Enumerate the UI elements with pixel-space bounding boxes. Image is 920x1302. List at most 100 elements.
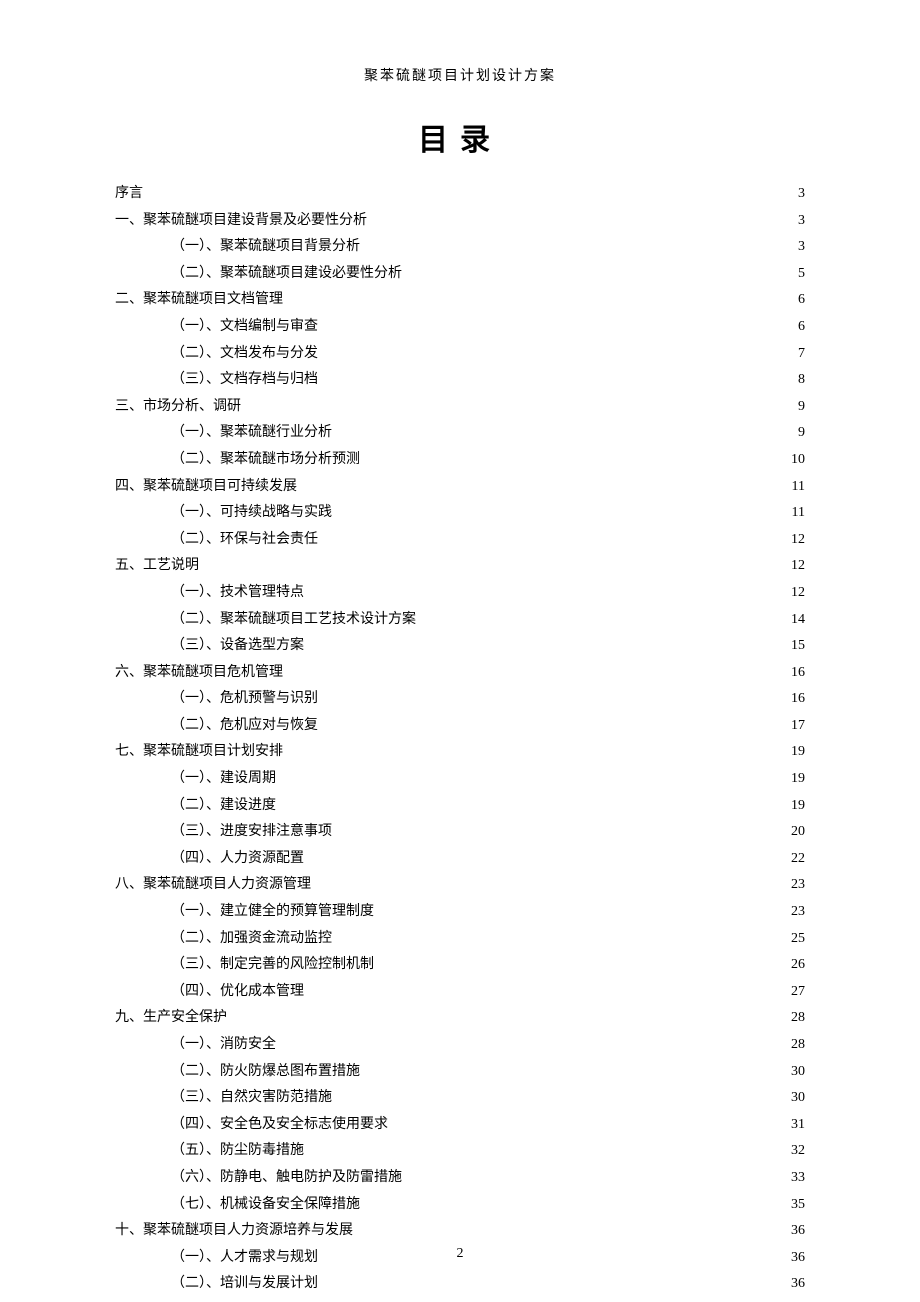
toc-entry-page: 19	[791, 739, 805, 766]
toc-title: 目录	[115, 115, 805, 159]
toc-entry-label: （二）、防火防爆总图布置措施	[171, 1059, 360, 1086]
toc-entry[interactable]: （一）、可持续战略与实践 11	[115, 500, 805, 527]
toc-entry-page: 12	[791, 580, 805, 607]
toc-entry-label: （四）、人力资源配置	[171, 846, 304, 873]
toc-entry-label: （一）、聚苯硫醚项目背景分析	[171, 234, 360, 261]
toc-entry-page: 10	[791, 447, 805, 474]
toc-entry-label: 三、市场分析、调研	[115, 394, 241, 421]
toc-entry-page: 11	[791, 500, 805, 527]
toc-entry-label: （二）、聚苯硫醚项目工艺技术设计方案	[171, 607, 416, 634]
toc-entry-label: 一、聚苯硫醚项目建设背景及必要性分析	[115, 208, 367, 235]
toc-entry-page: 27	[791, 979, 805, 1006]
toc-entry[interactable]: 五、工艺说明12	[115, 553, 805, 580]
toc-entry[interactable]: （三）、文档存档与归档 8	[115, 367, 805, 394]
toc-entry-label: 十、聚苯硫醚项目人力资源培养与发展	[115, 1218, 353, 1245]
toc-entry[interactable]: 十、聚苯硫醚项目人力资源培养与发展36	[115, 1218, 805, 1245]
toc-entry[interactable]: 四、聚苯硫醚项目可持续发展 11	[115, 474, 805, 501]
toc-entry-page: 26	[791, 952, 805, 979]
toc-entry[interactable]: （二）、防火防爆总图布置措施 30	[115, 1059, 805, 1086]
toc-entry[interactable]: 七、聚苯硫醚项目计划安排 19	[115, 739, 805, 766]
toc-entry-page: 11	[791, 474, 805, 501]
toc-entry-label: （一）、可持续战略与实践	[171, 500, 332, 527]
toc-entry[interactable]: 九、生产安全保护28	[115, 1005, 805, 1032]
toc-entry-label: 八、聚苯硫醚项目人力资源管理	[115, 872, 311, 899]
toc-entry[interactable]: （七）、机械设备安全保障措施35	[115, 1192, 805, 1219]
toc-entry-label: 七、聚苯硫醚项目计划安排	[115, 739, 283, 766]
page-header: 聚苯硫醚项目计划设计方案	[115, 65, 805, 85]
toc-entry[interactable]: （三）、制定完善的风险控制机制 26	[115, 952, 805, 979]
toc-entry[interactable]: （二）、环保与社会责任12	[115, 527, 805, 554]
toc-entry-label: （一）、建立健全的预算管理制度	[171, 899, 374, 926]
toc-entry-label: （四）、安全色及安全标志使用要求	[171, 1112, 388, 1139]
toc-entry[interactable]: 一、聚苯硫醚项目建设背景及必要性分析 3	[115, 208, 805, 235]
toc-entry-page: 22	[791, 846, 805, 873]
toc-entry-label: （一）、建设周期	[171, 766, 276, 793]
toc-entry[interactable]: （一）、聚苯硫醚行业分析 9	[115, 420, 805, 447]
toc-entry-label: 六、聚苯硫醚项目危机管理	[115, 660, 283, 687]
toc-entry-label: （四）、优化成本管理	[171, 979, 304, 1006]
toc-entry[interactable]: （六）、防静电、触电防护及防雷措施33	[115, 1165, 805, 1192]
toc-entry-page: 8	[791, 367, 805, 394]
toc-entry[interactable]: 三、市场分析、调研 9	[115, 394, 805, 421]
toc-entry[interactable]: （一）、建设周期 19	[115, 766, 805, 793]
toc-entry-label: （二）、文档发布与分发	[171, 341, 318, 368]
page-number: 2	[0, 1246, 920, 1262]
toc-entry-page: 9	[791, 394, 805, 421]
toc-entry-page: 28	[791, 1032, 805, 1059]
toc-entry[interactable]: （二）、文档发布与分发 7	[115, 341, 805, 368]
document-page: 聚苯硫醚项目计划设计方案 目录 序言3一、聚苯硫醚项目建设背景及必要性分析3（一…	[0, 0, 920, 1302]
toc-entry-page: 30	[791, 1059, 805, 1086]
toc-entry[interactable]: （二）、建设进度19	[115, 793, 805, 820]
toc-entry[interactable]: （四）、安全色及安全标志使用要求31	[115, 1112, 805, 1139]
toc-entry-page: 14	[791, 607, 805, 634]
toc-entry[interactable]: （二）、聚苯硫醚项目工艺技术设计方案 14	[115, 607, 805, 634]
toc-entry-page: 19	[791, 793, 805, 820]
toc-entry[interactable]: （一）、技术管理特点 12	[115, 580, 805, 607]
toc-entry-label: （二）、危机应对与恢复	[171, 713, 318, 740]
toc-entry-page: 3	[791, 181, 805, 208]
toc-entry-page: 5	[791, 261, 805, 288]
toc-entry[interactable]: （三）、进度安排注意事项20	[115, 819, 805, 846]
toc-entry-label: （二）、环保与社会责任	[171, 527, 318, 554]
toc-entry-page: 3	[791, 208, 805, 235]
toc-entry[interactable]: 六、聚苯硫醚项目危机管理16	[115, 660, 805, 687]
toc-entry-page: 36	[791, 1271, 805, 1298]
toc-entry-label: （三）、文档存档与归档	[171, 367, 318, 394]
toc-entry-page: 3	[791, 234, 805, 261]
toc-entry-label: （五）、防尘防毒措施	[171, 1138, 304, 1165]
toc-entry-page: 9	[791, 420, 805, 447]
toc-entry[interactable]: （一）、危机预警与识别16	[115, 686, 805, 713]
toc-entry-page: 12	[791, 553, 805, 580]
toc-entry-label: （三）、自然灾害防范措施	[171, 1085, 332, 1112]
toc-entry-label: （七）、机械设备安全保障措施	[171, 1192, 360, 1219]
toc-entry-label: （三）、设备选型方案	[171, 633, 304, 660]
toc-entry[interactable]: 八、聚苯硫醚项目人力资源管理23	[115, 872, 805, 899]
toc-entry-label: 九、生产安全保护	[115, 1005, 227, 1032]
toc-entry[interactable]: （一）、文档编制与审查6	[115, 314, 805, 341]
toc-entry[interactable]: （二）、培训与发展计划36	[115, 1271, 805, 1298]
toc-entry-page: 15	[791, 633, 805, 660]
toc-entry-label: （三）、制定完善的风险控制机制	[171, 952, 374, 979]
toc-entry[interactable]: （二）、危机应对与恢复 17	[115, 713, 805, 740]
toc-entry[interactable]: （二）、聚苯硫醚项目建设必要性分析5	[115, 261, 805, 288]
toc-entry[interactable]: （三）、设备选型方案 15	[115, 633, 805, 660]
toc-entry[interactable]: （一）、聚苯硫醚项目背景分析 3	[115, 234, 805, 261]
toc-entry[interactable]: （二）、聚苯硫醚市场分析预测10	[115, 447, 805, 474]
toc-entry-page: 7	[791, 341, 805, 368]
toc-entry[interactable]: 序言3	[115, 181, 805, 208]
toc-entry-page: 19	[791, 766, 805, 793]
toc-entry[interactable]: （四）、优化成本管理 27	[115, 979, 805, 1006]
toc-entry[interactable]: （一）、建立健全的预算管理制度23	[115, 899, 805, 926]
toc-entry[interactable]: （一）、消防安全 28	[115, 1032, 805, 1059]
toc-entry[interactable]: （二）、加强资金流动监控25	[115, 926, 805, 953]
toc-entry-label: 四、聚苯硫醚项目可持续发展	[115, 474, 297, 501]
toc-entry[interactable]: （三）、自然灾害防范措施30	[115, 1085, 805, 1112]
toc-entry[interactable]: （五）、防尘防毒措施32	[115, 1138, 805, 1165]
toc-entry-label: （一）、消防安全	[171, 1032, 276, 1059]
toc-entry-label: （一）、技术管理特点	[171, 580, 304, 607]
toc-entry[interactable]: （四）、人力资源配置 22	[115, 846, 805, 873]
toc-entry-label: （一）、聚苯硫醚行业分析	[171, 420, 332, 447]
toc-entry-page: 17	[791, 713, 805, 740]
table-of-contents: 序言3一、聚苯硫醚项目建设背景及必要性分析3（一）、聚苯硫醚项目背景分析3（二）…	[115, 181, 805, 1298]
toc-entry[interactable]: 二、聚苯硫醚项目文档管理6	[115, 287, 805, 314]
